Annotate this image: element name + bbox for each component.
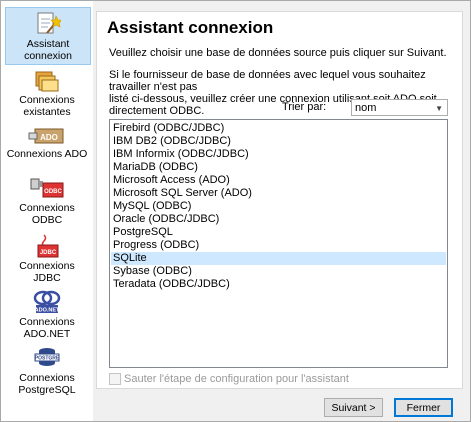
close-button[interactable]: Fermer	[394, 398, 453, 417]
svg-text:POSTGRE: POSTGRE	[35, 356, 60, 362]
chevron-down-icon: ▼	[435, 104, 443, 113]
sidebar-item-label: JDBC	[33, 272, 61, 284]
list-item[interactable]: IBM DB2 (ODBC/JDBC)	[111, 135, 446, 148]
sidebar-item-jdbc[interactable]: JDBC Connexions JDBC	[5, 233, 89, 285]
list-item[interactable]: MariaDB (ODBC)	[111, 161, 446, 174]
list-item[interactable]: Teradata (ODBC/JDBC)	[111, 278, 446, 291]
list-item[interactable]: Microsoft SQL Server (ADO)	[111, 187, 446, 200]
sidebar-item-label: existantes	[23, 106, 71, 118]
list-item[interactable]: Oracle (ODBC/JDBC)	[111, 213, 446, 226]
sidebar-item-label: ADO.NET	[23, 328, 71, 340]
sidebar-item-label: Assistant	[26, 38, 70, 50]
list-item[interactable]: Microsoft Access (ADO)	[111, 174, 446, 187]
page-title: Assistant connexion	[107, 18, 274, 37]
list-item[interactable]: Sybase (ODBC)	[111, 265, 446, 278]
list-item[interactable]: Progress (ODBC)	[111, 239, 446, 252]
skip-config-checkbox[interactable]: Sauter l'étape de configuration pour l'a…	[109, 373, 349, 386]
sidebar: Assistant connexion Connexions existante…	[1, 1, 93, 421]
sidebar-item-label: PostgreSQL	[18, 384, 76, 396]
list-item[interactable]: Firebird (ODBC/JDBC)	[111, 122, 446, 135]
sidebar-item-label: Connexions	[19, 372, 75, 384]
sidebar-item-label: Connexions	[19, 94, 75, 106]
checkbox-box[interactable]	[109, 373, 121, 386]
sort-dropdown[interactable]: nom ▼	[351, 99, 448, 116]
svg-text:ADO.NET: ADO.NET	[35, 308, 60, 314]
adonet-icon: ADO.NET	[33, 290, 61, 314]
ado-icon: ADO	[28, 128, 64, 144]
sidebar-item-label: Connexions	[19, 316, 75, 328]
list-item[interactable]: MySQL (ODBC)	[111, 200, 446, 213]
sidebar-item-adonet[interactable]: ADO.NET Connexions ADO.NET	[5, 289, 89, 341]
sidebar-item-assistant[interactable]: Assistant connexion	[5, 7, 91, 65]
jdbc-icon: JDBC	[37, 234, 59, 258]
wizard-icon	[37, 12, 61, 34]
svg-text:JDBC: JDBC	[40, 250, 57, 256]
sort-dropdown-value: nom	[355, 102, 377, 114]
skip-config-label: Sauter l'étape de configuration pour l'a…	[124, 373, 349, 385]
sidebar-item-postgresql[interactable]: POSTGRE Connexions PostgreSQL	[5, 345, 89, 397]
sidebar-item-odbc[interactable]: ODBC Connexions ODBC	[5, 175, 89, 227]
sort-label: Trier par:	[282, 101, 327, 113]
sidebar-item-label: Connexions ADO	[6, 148, 88, 160]
odbc-icon: ODBC	[30, 178, 64, 198]
next-button[interactable]: Suivant >	[324, 398, 383, 417]
connection-wizard-window: Assistant connexion Connexions existante…	[0, 0, 471, 422]
svg-text:ODBC: ODBC	[44, 189, 62, 195]
sidebar-item-ado[interactable]: ADO Connexions ADO	[5, 125, 89, 163]
sidebar-item-label: Connexions	[19, 260, 75, 272]
sidebar-item-label: ODBC	[31, 214, 63, 226]
svg-text:ADO: ADO	[40, 133, 58, 142]
instruction-text: Veuillez choisir une base de données sou…	[109, 47, 447, 59]
help-text-line: Si le fournisseur de base de données ave…	[109, 69, 426, 93]
wizard-panel: Assistant connexion Veuillez choisir une…	[96, 11, 463, 389]
postgresql-icon: POSTGRE	[34, 348, 60, 366]
existing-connections-icon	[35, 71, 59, 92]
list-item[interactable]: PostgreSQL	[111, 226, 446, 239]
sidebar-item-label: connexion	[24, 50, 72, 62]
sidebar-item-existing[interactable]: Connexions existantes	[5, 69, 89, 119]
sidebar-item-label: Connexions	[19, 202, 75, 214]
list-item[interactable]: SQLite	[111, 252, 446, 265]
database-list[interactable]: Firebird (ODBC/JDBC) IBM DB2 (ODBC/JDBC) I…	[109, 119, 448, 368]
list-item[interactable]: IBM Informix (ODBC/JDBC)	[111, 148, 446, 161]
